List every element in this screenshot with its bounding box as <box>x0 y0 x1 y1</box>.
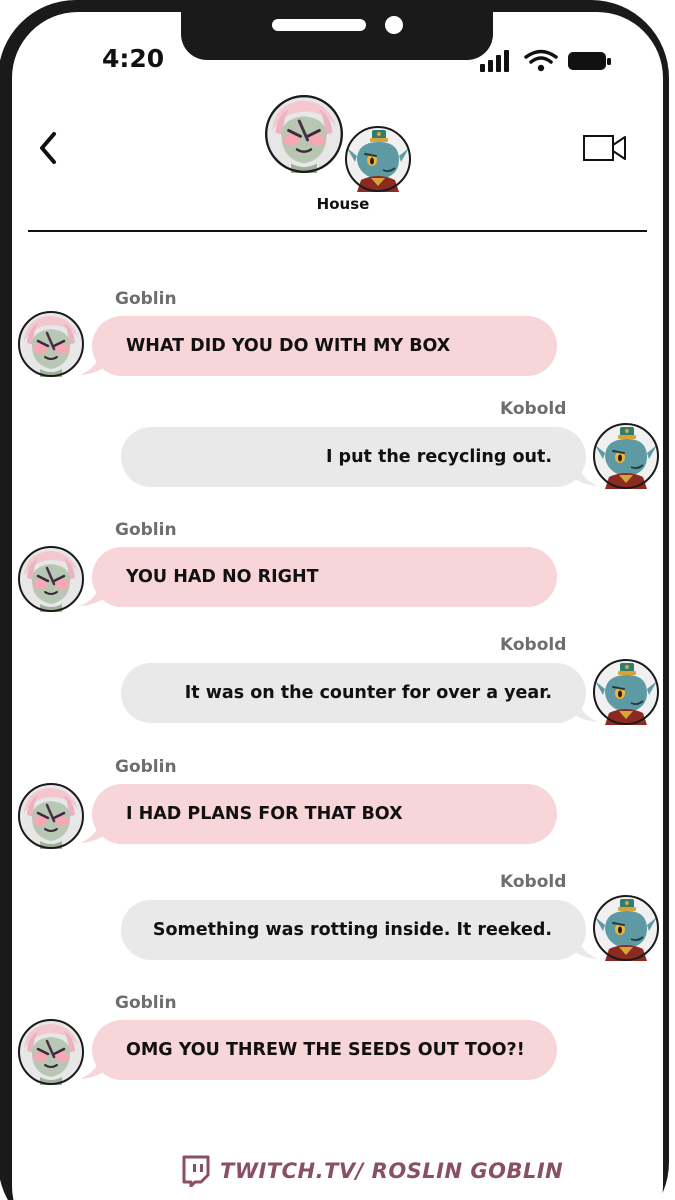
goblin-avatar[interactable] <box>18 311 84 377</box>
sender-name: Kobold <box>500 872 567 892</box>
sender-name: Kobold <box>500 635 567 655</box>
goblin-avatar[interactable] <box>18 783 84 849</box>
message-bubble[interactable]: OMG YOU THREW THE SEEDS OUT TOO?! <box>92 1020 557 1080</box>
kobold-avatar[interactable] <box>593 423 659 489</box>
message-bubble[interactable]: I HAD PLANS FOR THAT BOX <box>92 784 557 844</box>
cellular-signal-icon <box>480 50 509 72</box>
back-button[interactable] <box>30 128 70 168</box>
status-time: 4:20 <box>102 44 165 73</box>
goblin-avatar[interactable] <box>18 546 84 612</box>
chevron-left-icon <box>40 132 56 164</box>
front-camera-icon <box>385 16 403 34</box>
message-bubble[interactable]: I put the recycling out. <box>121 427 586 487</box>
goblin-avatar[interactable] <box>265 95 343 173</box>
phone-frame: 4:20 House Goblin WHAT DID YOU DO WITH M… <box>0 0 675 1200</box>
header-divider <box>28 230 647 232</box>
wifi-icon <box>524 49 558 72</box>
sender-name: Goblin <box>115 289 177 309</box>
goblin-avatar[interactable] <box>18 1019 84 1085</box>
message-bubble[interactable]: YOU HAD NO RIGHT <box>92 547 557 607</box>
twitch-icon <box>182 1155 210 1187</box>
message-bubble[interactable]: It was on the counter for over a year. <box>121 663 586 723</box>
kobold-avatar[interactable] <box>345 126 411 192</box>
video-camera-icon <box>583 135 626 161</box>
kobold-avatar[interactable] <box>593 895 659 961</box>
sender-name: Kobold <box>500 399 567 419</box>
speaker-icon <box>272 19 366 31</box>
sender-name: Goblin <box>115 520 177 540</box>
sender-name: Goblin <box>115 993 177 1013</box>
message-bubble[interactable]: Something was rotting inside. It reeked. <box>121 900 586 960</box>
battery-icon <box>568 52 611 70</box>
twitch-footer[interactable]: TWITCH.TV/ ROSLIN GOBLIN <box>180 1155 563 1187</box>
sender-name: Goblin <box>115 757 177 777</box>
message-bubble[interactable]: WHAT DID YOU DO WITH MY BOX <box>92 316 557 376</box>
kobold-avatar[interactable] <box>593 659 659 725</box>
footer-link-text: TWITCH.TV/ ROSLIN GOBLIN <box>220 1159 564 1183</box>
status-icons <box>480 49 611 72</box>
chat-title: House <box>316 195 370 213</box>
video-call-button[interactable] <box>582 132 628 166</box>
